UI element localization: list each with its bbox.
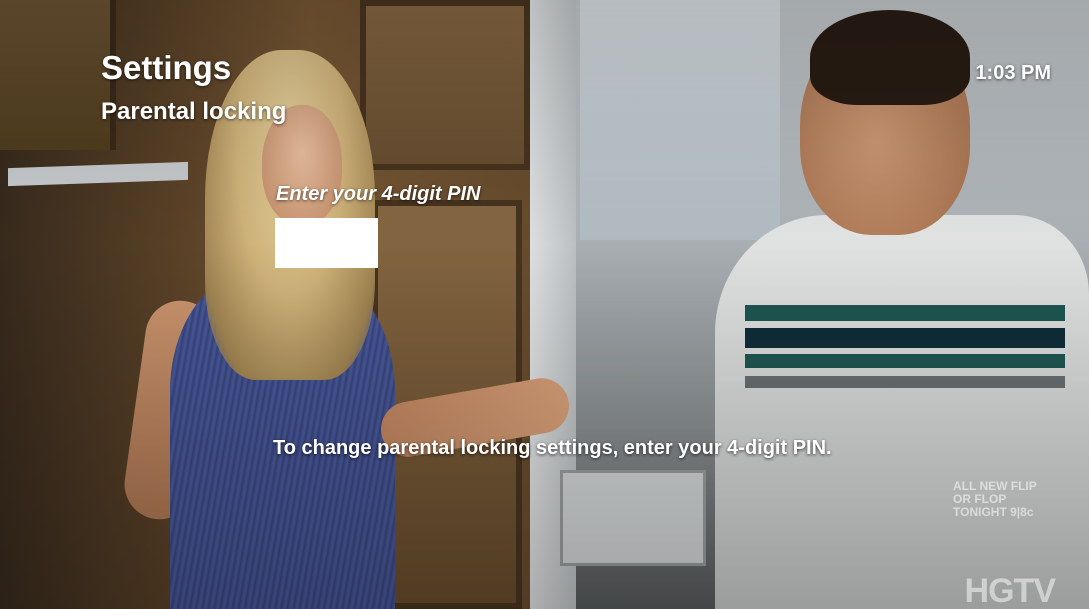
page-title: Settings [101, 49, 232, 86]
pin-prompt-label: Enter your 4-digit PIN [276, 183, 481, 205]
tv-screen: ALL NEW FLIP OR FLOP TONIGHT 9|8c HGTV S… [0, 0, 1089, 609]
background-video-frame: ALL NEW FLIP OR FLOP TONIGHT 9|8c HGTV [0, 0, 1089, 609]
instructions-text: To change parental locking settings, ent… [273, 437, 832, 459]
network-logo: HGTV [964, 572, 1056, 609]
scene-shade [0, 0, 1089, 609]
network-promo-text: ALL NEW FLIP OR FLOP TONIGHT 9|8c [953, 479, 1037, 519]
page-subtitle: Parental locking [101, 98, 287, 125]
pin-input[interactable] [275, 218, 378, 268]
clock: 1:03 PM [975, 62, 1051, 84]
